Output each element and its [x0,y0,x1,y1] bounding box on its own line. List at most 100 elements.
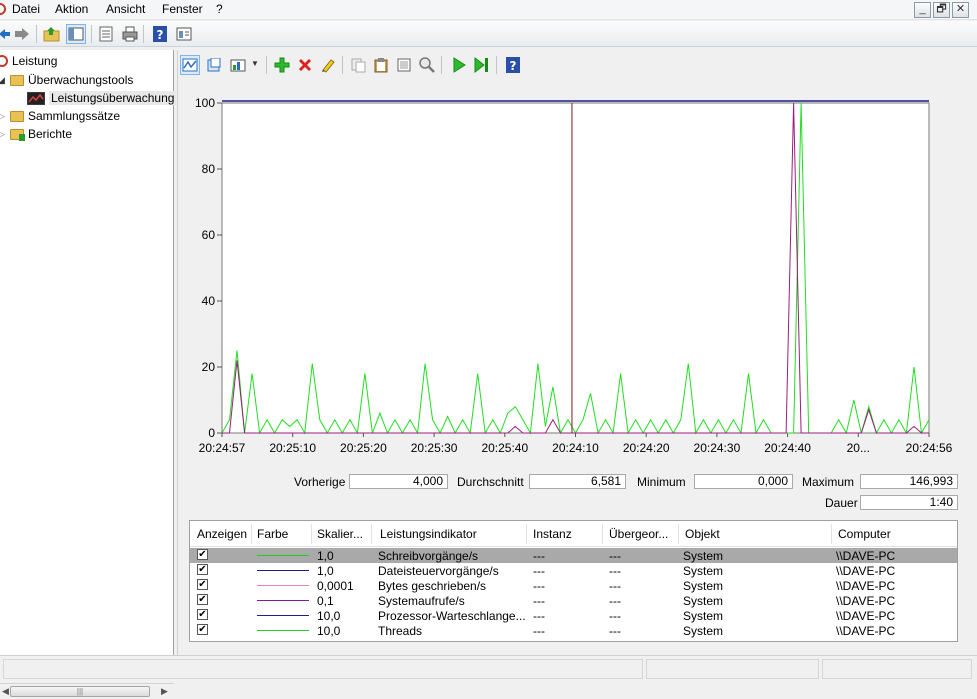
show-checkbox[interactable]: ✔ [197,624,208,635]
print-icon[interactable] [120,24,140,44]
row-instance: --- [533,579,545,593]
menu-window[interactable]: Fenster [162,2,203,16]
header-computer[interactable]: Computer [838,527,891,541]
show-checkbox[interactable]: ✔ [197,564,208,575]
table-row[interactable]: ✔ 0,1 Systemaufrufe/s --- --- System \\DAVE-PC [190,593,957,608]
header-counter[interactable]: Leistungsindikator [380,527,477,541]
performance-chart[interactable]: 100 80 60 40 20 0 20:24:57 20:25:10 20:25:20 20:… [180,80,957,465]
show-checkbox[interactable]: ✔ [197,594,208,605]
y-tick-label: 80 [202,162,216,176]
header-scale[interactable]: Skalier... [317,527,363,541]
view-current-activity-icon[interactable] [180,55,200,75]
minimum-label: Minimum [637,475,686,489]
status-panel-2 [646,659,819,679]
duration-label: Dauer [825,496,858,510]
row-object: System [683,579,724,593]
expand-arrow-icon[interactable]: ▷ [0,111,6,122]
show-hide-tree-icon[interactable] [66,24,86,44]
header-show[interactable]: Anzeigen [197,527,247,541]
table-row[interactable]: ✔ 1,0 Dateisteuervorgänge/s --- --- System \\D… [190,563,957,578]
row-parent: --- [609,594,621,608]
header-color[interactable]: Farbe [257,527,288,541]
show-checkbox[interactable]: ✔ [197,609,208,620]
freeze-display-play-icon[interactable] [449,55,469,75]
header-instance[interactable]: Instanz [533,527,572,541]
svg-text:?: ? [157,28,164,42]
view-log-data-icon[interactable] [204,55,224,75]
expand-arrow-icon[interactable]: ◢ [0,75,6,86]
table-row[interactable]: ✔ 0,0001 Bytes geschrieben/s --- --- System \\… [190,578,957,593]
table-row[interactable]: ✔ 10,0 Threads --- --- System \\DAVE-PC [190,623,957,638]
maximum-label: Maximum [802,475,855,489]
help-icon[interactable]: ? [150,24,170,44]
row-computer: \\DAVE-PC [836,579,896,593]
table-row[interactable]: ✔ 1,0 Schreibvorgänge/s --- --- System \\DAVE-… [190,548,957,563]
menu-help[interactable]: ? [216,2,223,16]
row-scale: 1,0 [317,564,334,578]
up-folder-icon[interactable] [42,24,62,44]
paste-counter-list-icon[interactable] [371,55,391,75]
color-swatch [257,585,309,586]
change-graph-type-icon[interactable] [228,55,248,75]
x-tick-label: 20:24:10 [552,441,599,455]
row-instance: --- [533,564,545,578]
x-tick-label: 20:24:20 [623,441,670,455]
properties-icon[interactable] [96,24,116,44]
status-panel-3 [822,659,972,679]
menu-view[interactable]: Ansicht [106,2,145,16]
view-pane-icon[interactable] [174,24,194,44]
scroll-left-icon[interactable]: ◀ [2,686,9,697]
y-tick-label: 40 [202,294,216,308]
plot-area [221,102,930,434]
help-icon[interactable]: ? [503,55,523,75]
x-tick-label: 20:24:56 [906,441,953,455]
row-counter: Threads [378,624,423,638]
forward-icon[interactable] [12,24,32,44]
y-tick-label: 100 [195,96,215,110]
row-instance: --- [533,549,545,563]
row-instance: --- [533,624,545,638]
tree-item-reports[interactable]: ▷ Berichte [0,125,72,143]
maximum-value: 146,993 [860,474,958,489]
restore-button[interactable]: 🗗 [933,2,950,18]
scroll-right-icon[interactable]: ▶ [161,686,168,697]
update-data-icon[interactable] [472,55,492,75]
scroll-thumb[interactable]: ||| [10,686,150,697]
table-row[interactable]: ✔ 10,0 Prozessor-Warteschlange... --- --- Sys… [190,608,957,623]
performance-icon [0,55,8,67]
minimum-value: 0,000 [694,474,793,489]
status-bar [0,655,977,683]
menu-file[interactable]: Datei [12,2,40,16]
copy-properties-icon[interactable] [348,55,368,75]
row-parent: --- [609,549,621,563]
show-checkbox[interactable]: ✔ [197,579,208,590]
tree-horizontal-scrollbar[interactable]: ◀ ||| ▶ [0,683,174,699]
show-checkbox[interactable]: ✔ [197,549,208,560]
close-button[interactable]: ✕ [952,2,969,18]
average-value: 6,581 [529,474,626,489]
performance-monitor-icon [27,91,45,105]
row-scale: 10,0 [317,624,341,638]
counter-table: Anzeigen Farbe Skalier... Leistungsindik… [189,520,958,642]
add-counter-icon[interactable] [272,55,292,75]
tree-item-performance-monitor[interactable]: Leistungsüberwachung [27,89,177,107]
color-swatch [257,630,309,631]
expand-arrow-icon[interactable]: ▷ [0,129,6,140]
properties-icon[interactable] [394,55,414,75]
zoom-icon[interactable] [417,55,437,75]
tree-item-data-collector-sets[interactable]: ▷ Sammlungssätze [0,107,120,125]
status-panel-main [3,659,643,679]
minimize-button[interactable]: _ [914,2,931,18]
header-object[interactable]: Objekt [685,527,720,541]
row-computer: \\DAVE-PC [836,609,896,623]
row-counter: Systemaufrufe/s [378,594,465,608]
delete-counter-icon[interactable] [295,55,315,75]
row-parent: --- [609,579,621,593]
graph-type-dropdown-icon[interactable]: ▼ [251,59,259,68]
menu-action[interactable]: Aktion [55,2,88,16]
header-parent[interactable]: Übergeor... [609,527,668,541]
highlight-icon[interactable] [318,55,338,75]
tree-item-monitoring-tools[interactable]: ◢ Überwachungstools [0,71,133,89]
tree-item-performance[interactable]: Leistung [0,52,57,70]
row-instance: --- [533,609,545,623]
